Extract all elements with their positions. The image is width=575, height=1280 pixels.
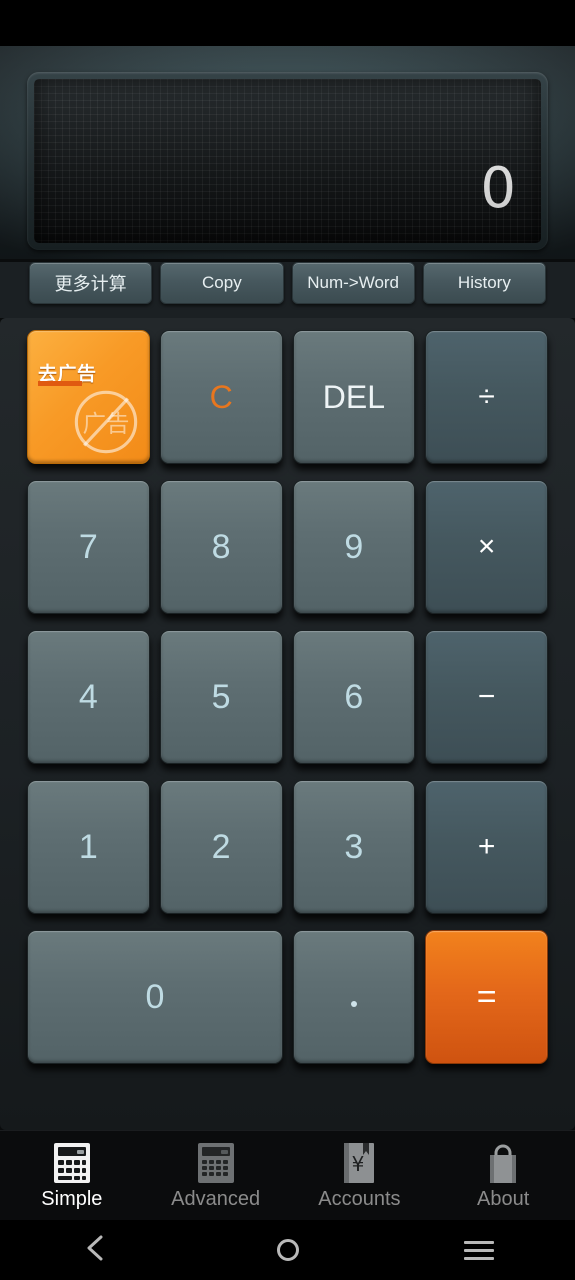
ledger-yen-icon: ¥ — [342, 1141, 376, 1185]
digit-6-button[interactable]: 6 — [292, 630, 416, 764]
num-to-word-button[interactable]: Num->Word — [291, 262, 415, 304]
digit-7-label: 7 — [78, 527, 98, 566]
nav-home-button[interactable] — [192, 1220, 384, 1280]
tab-accounts-label: Accounts — [318, 1187, 401, 1210]
status-bar — [0, 0, 575, 46]
display-value: 0 — [480, 156, 517, 221]
tab-about-label: About — [476, 1187, 530, 1210]
chevron-left-icon — [83, 1233, 109, 1268]
digit-2-button[interactable]: 2 — [159, 780, 283, 914]
system-navigation-bar — [0, 1220, 575, 1280]
keypad-row: 7 8 9 × — [27, 474, 548, 624]
more-calculations-button[interactable]: 更多计算 — [29, 262, 153, 304]
digit-8-button[interactable]: 8 — [159, 480, 283, 614]
subtract-button[interactable]: − — [425, 630, 548, 764]
hamburger-menu-icon — [464, 1236, 495, 1265]
copy-button[interactable]: Copy — [160, 262, 284, 304]
digit-1-button[interactable]: 1 — [27, 780, 150, 914]
add-label: + — [477, 830, 496, 863]
circle-icon — [276, 1239, 299, 1261]
tab-advanced-label: Advanced — [171, 1187, 261, 1210]
digit-4-button[interactable]: 4 — [27, 630, 150, 764]
clear-button[interactable]: C — [159, 330, 283, 464]
tab-accounts[interactable]: ¥ Accounts — [288, 1131, 432, 1220]
digit-0-button[interactable]: 0 — [27, 930, 283, 1064]
digit-0-label: 0 — [145, 977, 165, 1016]
decimal-point-glyph — [351, 1001, 358, 1007]
decimal-point-button[interactable] — [292, 930, 416, 1064]
digit-9-button[interactable]: 9 — [292, 480, 416, 614]
calculator-icon — [53, 1141, 91, 1185]
multiply-label: × — [477, 530, 496, 563]
digit-5-button[interactable]: 5 — [159, 630, 283, 764]
tab-advanced[interactable]: Advanced — [144, 1131, 288, 1220]
nav-back-button[interactable] — [0, 1220, 192, 1280]
digit-8-label: 8 — [211, 527, 231, 566]
svg-text:¥: ¥ — [352, 1152, 365, 1176]
digit-3-button[interactable]: 3 — [292, 780, 416, 914]
digit-6-label: 6 — [344, 677, 364, 716]
no-ads-icon: 广告 — [67, 383, 145, 461]
remove-ads-button[interactable]: 去广告 广告 — [27, 330, 150, 464]
toolbar: 更多计算 Copy Num->Word History — [0, 262, 575, 318]
equals-button[interactable]: = — [425, 930, 548, 1064]
add-button[interactable]: + — [425, 780, 548, 914]
clear-label: C — [209, 378, 233, 415]
tab-about[interactable]: About — [431, 1131, 575, 1220]
divide-button[interactable]: ÷ — [425, 330, 548, 464]
delete-button[interactable]: DEL — [292, 330, 416, 464]
multiply-button[interactable]: × — [425, 480, 548, 614]
history-label: History — [457, 273, 511, 292]
display-screen[interactable]: 0 — [34, 79, 541, 243]
keypad: 去广告 广告 C DEL ÷ 7 8 9 × 4 5 6 − 1 2 3 + 0… — [0, 318, 575, 1130]
history-button[interactable]: History — [422, 262, 546, 304]
equals-label: = — [476, 977, 497, 1016]
digit-9-label: 9 — [344, 527, 364, 566]
keypad-row: 4 5 6 − — [27, 624, 548, 774]
digit-4-label: 4 — [78, 677, 98, 716]
calculator-app-screen: 0 更多计算 Copy Num->Word History 去广告 广告 C D… — [0, 0, 575, 1280]
display-panel: 0 — [0, 46, 575, 259]
digit-5-label: 5 — [211, 677, 231, 716]
copy-label: Copy — [202, 273, 242, 292]
divide-label: ÷ — [478, 380, 495, 413]
shopping-bag-icon — [484, 1141, 522, 1185]
nav-menu-button[interactable] — [383, 1220, 575, 1280]
svg-text:广告: 广告 — [82, 409, 129, 437]
keypad-row: 0 = — [27, 924, 548, 1074]
num-to-word-label: Num->Word — [307, 273, 400, 292]
digit-1-label: 1 — [78, 827, 98, 866]
delete-label: DEL — [322, 378, 385, 415]
subtract-label: − — [477, 680, 496, 713]
display-bezel: 0 — [27, 72, 548, 250]
tab-simple-label: Simple — [41, 1187, 103, 1210]
digit-2-label: 2 — [211, 827, 231, 866]
tab-simple[interactable]: Simple — [0, 1131, 144, 1220]
calculator-advanced-icon — [197, 1141, 235, 1185]
keypad-row: 去广告 广告 C DEL ÷ — [27, 324, 548, 474]
digit-7-button[interactable]: 7 — [27, 480, 150, 614]
tab-bar: Simple Advanced ¥ Accounts About — [0, 1130, 575, 1220]
more-calculations-label: 更多计算 — [54, 274, 127, 294]
digit-3-label: 3 — [344, 827, 364, 866]
keypad-row: 1 2 3 + — [27, 774, 548, 924]
